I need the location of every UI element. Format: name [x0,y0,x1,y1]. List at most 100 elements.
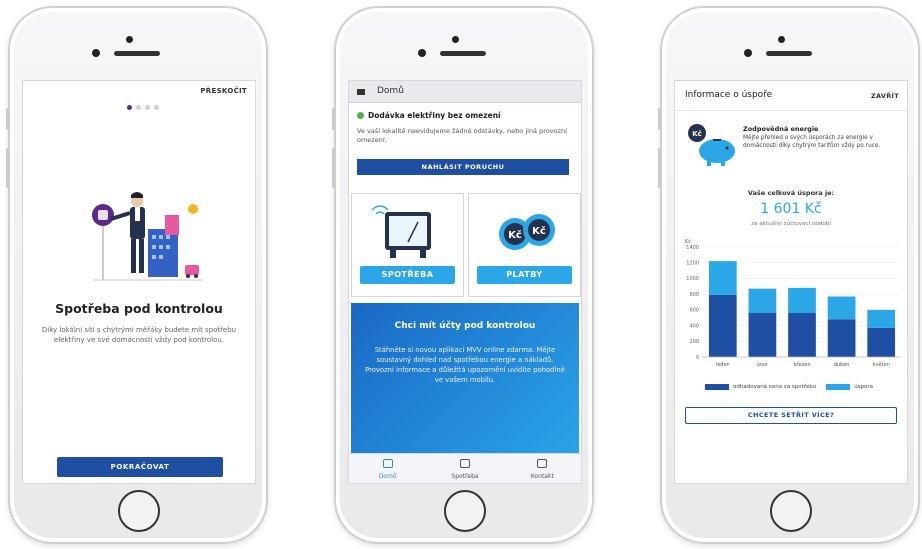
savings-title: Informace o úspoře [685,90,773,100]
close-button[interactable]: ZAVŘÍT [871,92,899,100]
tab-home[interactable]: Domů [349,454,426,483]
promo-title: Chci mít účty pod kontrolou [394,321,536,331]
page-dot [154,105,159,110]
legend-label-cost: odhadovaná cena za spotřebu [733,384,817,390]
y-tick-label: 1200 [686,261,699,267]
continue-button[interactable]: POKRAČOVAT [57,457,223,477]
legend-label-savings: úspora [854,384,874,390]
payments-tile-label: PLATBY [477,266,572,284]
y-tick-label: 1000 [686,276,699,282]
bar-cost [788,313,816,357]
supply-status: Dodávka elektřiny bez omezení [357,111,501,120]
bar-cost [867,327,896,357]
promo-banner[interactable]: Chci mít účty pod kontrolou Stáhněte si … [351,303,579,453]
app-bar-title: Domů [377,86,404,96]
menu-icon[interactable] [357,89,365,95]
savings-screen: Informace o úspoře ZAVŘÍT Kč Zodpovědná … [674,80,908,484]
tab-bar: Domů Spotřeba Kontakt [349,453,581,483]
sensor [744,49,752,57]
save-more-button[interactable]: CHCETE SETŘIT VÍCE? [685,407,897,424]
legend-swatch-cost [705,384,729,390]
page-indicator [127,105,159,110]
volume-button [658,108,661,130]
tab-consumption-label: Spotřeba [451,473,479,480]
home-button[interactable] [770,490,812,532]
page-dot [136,105,141,110]
speaker [766,51,812,56]
x-tick-label: leden [716,362,730,368]
home-button[interactable] [444,490,486,532]
volume-button [332,108,335,130]
tab-home-label: Domů [378,473,397,480]
page-dot-active [127,105,132,110]
stage: PŘESKOČIT Spotřeba pod kontrolou Díky lo… [0,0,922,549]
volume-button [332,148,335,188]
app-bar: Domů [349,81,581,103]
skip-button[interactable]: PŘESKOČIT [200,87,247,95]
tab-contact-label: Kontakt [530,473,554,480]
bar-savings [748,288,777,313]
camera [452,36,459,43]
x-tick-label: únor [757,361,769,368]
volume-button [658,148,661,188]
supply-status-label: Dodávka elektřiny bez omezení [368,111,501,120]
tab-contact[interactable]: Kontakt [504,454,581,483]
home-icon [382,459,393,468]
consumption-tile[interactable]: SPOTŘEBA [351,193,464,297]
meter-icon [459,459,470,468]
savings-header: Informace o úspoře ZAVŘÍT [675,81,907,111]
onboarding-screen: PŘESKOČIT Spotřeba pod kontrolou Díky lo… [22,80,256,484]
savings-label: Vaše celková úspora je: [747,189,835,197]
sensor [92,49,100,57]
info-title: Zodpovědná energie [743,125,819,133]
home-screen: Domů Dodávka elektřiny bez omezení Ve va… [348,80,582,484]
bar-savings [827,296,856,320]
y-tick-label: 0 [696,355,699,361]
bar-savings [867,309,896,328]
supply-status-text: Ve vaší lokalitě neevidujeme žádné odstá… [357,127,567,144]
bar-cost [708,294,737,357]
volume-button [6,148,9,188]
bar-savings [708,261,737,295]
onboarding-title: Spotřeba pod kontrolou [55,301,223,316]
camera [126,36,133,43]
x-tick-label: květen [873,361,890,368]
phone-onboarding: PŘESKOČIT Spotřeba pod kontrolou Díky lo… [6,6,268,544]
consumption-tile-label: SPOTŘEBA [360,266,455,284]
payments-tile[interactable]: Kč Kč PLATBY [468,193,581,297]
tab-consumption[interactable]: Spotřeba [426,454,503,483]
speaker [114,51,160,56]
volume-button [6,108,9,130]
y-tick-label: 800 [689,292,699,298]
y-tick-label: 600 [689,308,699,314]
phone-home: Domů Dodávka elektřiny bez omezení Ve va… [332,6,594,544]
legend-swatch-savings [826,384,851,390]
check-icon [357,112,364,119]
speaker [440,51,486,56]
y-tick-label: 200 [689,339,699,345]
x-tick-label: duben [834,362,850,368]
info-text: Mějte přehled o svých úsporách za energi… [743,135,881,149]
home-button[interactable] [118,490,160,532]
camera [778,36,785,43]
savings-value: 1 601 Kč [760,201,822,217]
svg-text:Kč: Kč [508,229,522,241]
bar-cost [827,319,856,357]
bar-savings [788,287,816,313]
report-outage-button[interactable]: NAHLÁSIT PORUCHU [357,159,569,175]
phone-savings: Informace o úspoře ZAVŘÍT Kč Zodpovědná … [658,6,920,544]
promo-text: Stáhněte si novou aplikaci MVV online zd… [365,346,565,384]
svg-text:Kč: Kč [692,130,702,138]
x-tick-label: březen [793,361,810,368]
onboarding-text: Díky lokální síti s chytrými měřáky bude… [41,326,237,344]
savings-period: za aktuální zúčtovací období [751,221,831,227]
smart-meter-illustration [92,192,203,281]
contact-icon [537,459,548,468]
sensor [418,49,426,57]
savings-chart: Kč0200400600800100012001400leden únor břez… [685,238,901,368]
bar-cost [748,313,777,357]
chart-legend: odhadovaná cena za spotřebu úspora [705,384,873,390]
page-dot [145,105,150,110]
y-tick-label: 1400 [686,245,699,251]
y-tick-label: 400 [689,323,699,329]
